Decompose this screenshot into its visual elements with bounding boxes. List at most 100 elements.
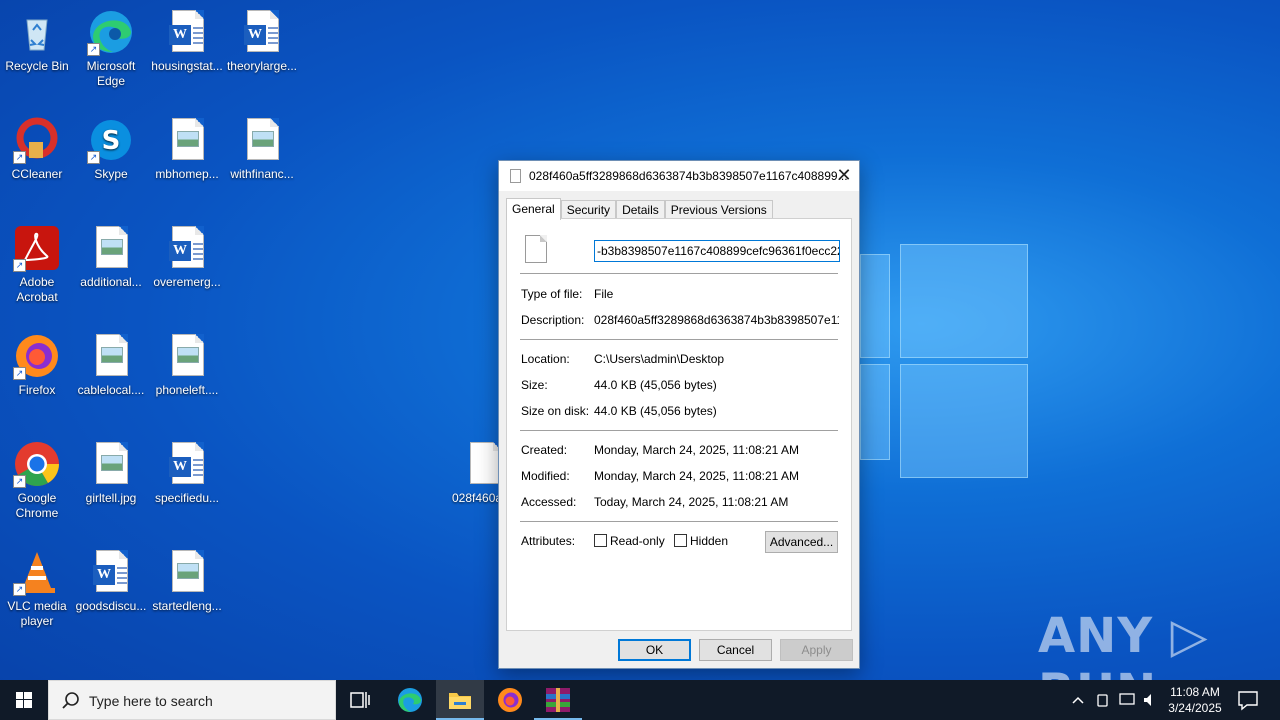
ok-button[interactable]: OK	[618, 639, 691, 661]
description-label: Description:	[521, 313, 585, 327]
desktop-icon-specifiedu[interactable]: W specifiedu...	[150, 440, 224, 506]
created-label: Created:	[521, 443, 568, 457]
desktop-icon-overemerg[interactable]: W overemerg...	[150, 224, 224, 290]
advanced-button[interactable]: Advanced...	[765, 531, 838, 553]
checkbox-box[interactable]	[594, 534, 607, 547]
chrome-icon: ↗	[13, 440, 61, 488]
apply-button[interactable]: Apply	[780, 639, 853, 661]
file-name-field[interactable]: -b3b8398507e1167c408899cefc96361f0ecc22e…	[594, 240, 840, 262]
desktop-icon-adobe-acrobat[interactable]: ↗ Adobe Acrobat	[0, 224, 74, 305]
general-tab-panel: -b3b8398507e1167c408899cefc96361f0ecc22e…	[506, 218, 852, 631]
image-file-icon	[163, 548, 211, 596]
word-document-icon: W	[163, 224, 211, 272]
edge-icon	[398, 688, 422, 712]
read-only-label: Read-only	[610, 534, 665, 548]
desktop-icon-phoneleft[interactable]: phoneleft....	[150, 332, 224, 398]
image-file-icon	[238, 116, 286, 164]
tray-icons	[1072, 693, 1151, 707]
desktop-icon-selected-file[interactable]: 028f460a	[446, 440, 506, 506]
firefox-icon	[498, 688, 522, 712]
ccleaner-icon: ↗	[13, 116, 61, 164]
desktop-icon-skype[interactable]: S ↗ Skype	[74, 116, 148, 182]
desktop-icon-vlc[interactable]: ↗ VLC media player	[0, 548, 74, 629]
desktop-icon-firefox[interactable]: ↗ Firefox	[0, 332, 74, 398]
modified-value: Monday, March 24, 2025, 11:08:21 AM	[594, 469, 800, 483]
size-value: 44.0 KB (45,056 bytes)	[594, 378, 717, 392]
device-icon	[1097, 694, 1108, 707]
file-properties-dialog: 028f460a5ff3289868d6363874b3b8398507e116…	[498, 160, 860, 669]
task-view-button[interactable]	[336, 680, 384, 720]
accessed-label: Accessed:	[521, 495, 577, 509]
hidden-label: Hidden	[690, 534, 729, 548]
divider	[520, 430, 838, 431]
desktop-icon-google-chrome[interactable]: ↗ Google Chrome	[0, 440, 74, 521]
image-file-icon	[87, 224, 135, 272]
skype-icon: S ↗	[87, 116, 135, 164]
word-document-icon: W	[238, 8, 286, 56]
notification-icon	[1238, 691, 1258, 711]
volume-icon	[1144, 694, 1151, 706]
hidden-checkbox[interactable]: Hidden	[674, 534, 728, 548]
dialog-tabs: General Security Details Previous Versio…	[506, 198, 773, 220]
desktop-icon-girltell[interactable]: girltell.jpg	[74, 440, 148, 506]
tab-general[interactable]: General	[506, 198, 561, 220]
word-document-icon: W	[87, 548, 135, 596]
windows-wallpaper-logo	[860, 240, 1030, 480]
divider	[520, 521, 838, 522]
task-view-icon	[350, 692, 370, 708]
action-center-button[interactable]	[1230, 680, 1266, 720]
firefox-icon: ↗	[13, 332, 61, 380]
svg-text:S: S	[102, 126, 121, 156]
desktop-icon-housingstat[interactable]: W housingstat...	[150, 8, 224, 74]
taskbar-file-explorer[interactable]	[436, 680, 484, 720]
attributes-label: Attributes:	[521, 534, 576, 548]
word-document-icon: W	[163, 440, 211, 488]
desktop-icon-goodsdiscu[interactable]: W goodsdiscu...	[74, 548, 148, 614]
windows-start-icon	[16, 692, 32, 708]
close-icon[interactable]: ✕	[829, 161, 859, 191]
desktop-icon-additional[interactable]: additional...	[74, 224, 148, 290]
desktop-icon-withfinanc[interactable]: withfinanc...	[225, 116, 299, 182]
network-icon	[1119, 693, 1135, 705]
read-only-checkbox[interactable]: Read-only	[594, 534, 665, 548]
word-document-icon: W	[163, 8, 211, 56]
size-label: Size:	[521, 378, 548, 392]
image-file-icon	[163, 332, 211, 380]
system-tray	[1068, 680, 1158, 720]
type-value: File	[594, 287, 614, 301]
search-placeholder: Type here to search	[89, 693, 213, 709]
clock-date: 3/24/2025	[1168, 701, 1222, 715]
image-file-icon	[87, 332, 135, 380]
winrar-icon	[546, 688, 570, 712]
accessed-value: Today, March 24, 2025, 11:08:21 AM	[594, 495, 789, 509]
tab-previous-versions[interactable]: Previous Versions	[664, 200, 773, 220]
dialog-titlebar[interactable]: 028f460a5ff3289868d6363874b3b8398507e116…	[499, 161, 859, 191]
desktop-icon-ccleaner[interactable]: ↗ CCleaner	[0, 116, 74, 182]
recycle-bin-icon	[13, 8, 61, 56]
desktop-icon-mbhomep[interactable]: mbhomep...	[150, 116, 224, 182]
folder-icon	[449, 693, 471, 709]
location-label: Location:	[521, 352, 570, 366]
desktop-icon-recycle-bin[interactable]: Recycle Bin	[0, 8, 74, 74]
description-value: 028f460a5ff3289868d6363874b3b8398507e116…	[594, 313, 839, 327]
tab-security[interactable]: Security	[560, 200, 617, 220]
dialog-title: 028f460a5ff3289868d6363874b3b8398507e116…	[529, 169, 848, 183]
start-button[interactable]	[0, 680, 48, 720]
tab-details[interactable]: Details	[616, 200, 665, 220]
checkbox-box[interactable]	[674, 534, 687, 547]
size-on-disk-label: Size on disk:	[521, 404, 590, 418]
cancel-button[interactable]: Cancel	[699, 639, 772, 661]
clock-time: 11:08 AM	[1170, 685, 1220, 699]
desktop-icon-cablelocal[interactable]: cablelocal....	[74, 332, 148, 398]
taskbar-edge[interactable]	[386, 680, 434, 720]
image-file-icon	[87, 440, 135, 488]
desktop-icon-theorylarge[interactable]: W theorylarge...	[225, 8, 299, 74]
desktop-icon-microsoft-edge[interactable]: ↗ Microsoft Edge	[74, 8, 148, 89]
taskbar-firefox[interactable]	[486, 680, 534, 720]
taskbar-winrar[interactable]	[534, 680, 582, 720]
type-label: Type of file:	[521, 287, 583, 301]
taskbar-search-box[interactable]: Type here to search	[48, 680, 336, 720]
desktop-icon-startedleng[interactable]: startedleng...	[150, 548, 224, 614]
taskbar-clock[interactable]: 11:08 AM 3/24/2025	[1160, 684, 1230, 716]
chevron-up-icon	[1072, 696, 1084, 704]
